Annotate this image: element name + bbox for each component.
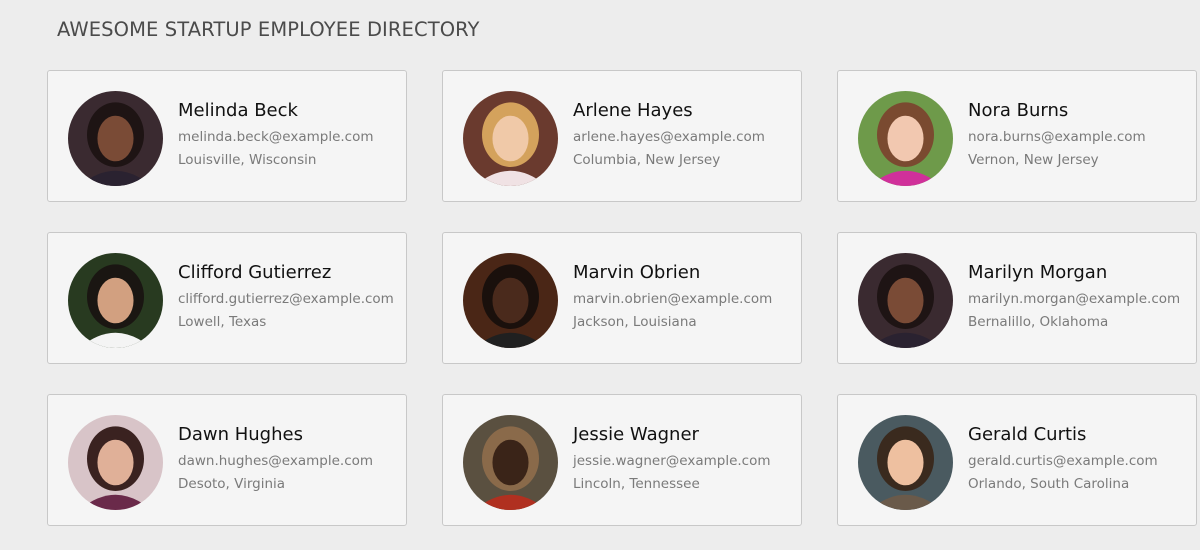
- employee-photo: [463, 415, 558, 510]
- employee-info: Jessie Wagner jessie.wagner@example.com …: [573, 423, 771, 493]
- employee-location: Bernalillo, Oklahoma: [968, 314, 1109, 330]
- employee-info: Nora Burns nora.burns@example.com Vernon…: [968, 99, 1146, 169]
- employee-card[interactable]: Marvin Obrien marvin.obrien@example.com …: [442, 232, 802, 364]
- employee-photo: [68, 253, 163, 348]
- employee-location: Lincoln, Tennessee: [573, 476, 700, 492]
- employee-location: Vernon, New Jersey: [968, 152, 1099, 168]
- employee-info: Marvin Obrien marvin.obrien@example.com …: [573, 261, 772, 331]
- employee-location: Columbia, New Jersey: [573, 152, 721, 168]
- employee-name: Marvin Obrien: [573, 262, 701, 283]
- employee-photo: [858, 253, 953, 348]
- employee-card[interactable]: Melinda Beck melinda.beck@example.com Lo…: [47, 70, 407, 202]
- employee-info: Arlene Hayes arlene.hayes@example.com Co…: [573, 99, 765, 169]
- employee-location: Jackson, Louisiana: [573, 314, 697, 330]
- employee-location: Lowell, Texas: [178, 314, 267, 330]
- employee-name: Nora Burns: [968, 100, 1069, 121]
- employee-name: Melinda Beck: [178, 100, 298, 121]
- employee-email: arlene.hayes@example.com: [573, 129, 765, 145]
- employee-name: Clifford Gutierrez: [178, 262, 332, 283]
- employee-card[interactable]: Gerald Curtis gerald.curtis@example.com …: [837, 394, 1197, 526]
- employee-photo: [463, 91, 558, 186]
- page-title: AWESOME STARTUP EMPLOYEE DIRECTORY: [57, 18, 480, 41]
- employee-name: Jessie Wagner: [573, 424, 699, 445]
- employee-email: marilyn.morgan@example.com: [968, 291, 1181, 307]
- employee-location: Orlando, South Carolina: [968, 476, 1130, 492]
- employee-info: Dawn Hughes dawn.hughes@example.com Deso…: [178, 423, 373, 493]
- employee-card[interactable]: Arlene Hayes arlene.hayes@example.com Co…: [442, 70, 802, 202]
- employee-email: marvin.obrien@example.com: [573, 291, 773, 307]
- employee-card[interactable]: Dawn Hughes dawn.hughes@example.com Deso…: [47, 394, 407, 526]
- employee-photo: [68, 415, 163, 510]
- employee-photo: [858, 415, 953, 510]
- employee-email: melinda.beck@example.com: [178, 129, 374, 145]
- employee-email: jessie.wagner@example.com: [573, 453, 771, 469]
- employee-email: nora.burns@example.com: [968, 129, 1146, 145]
- employee-card[interactable]: Marilyn Morgan marilyn.morgan@example.co…: [837, 232, 1197, 364]
- employee-name: Marilyn Morgan: [968, 262, 1108, 283]
- employee-card[interactable]: Jessie Wagner jessie.wagner@example.com …: [442, 394, 802, 526]
- employee-info: Marilyn Morgan marilyn.morgan@example.co…: [968, 261, 1180, 331]
- employee-name: Gerald Curtis: [968, 424, 1087, 445]
- employee-email: gerald.curtis@example.com: [968, 453, 1158, 469]
- employee-info: Gerald Curtis gerald.curtis@example.com …: [968, 423, 1158, 493]
- employee-location: Louisville, Wisconsin: [178, 152, 317, 168]
- employee-card[interactable]: Nora Burns nora.burns@example.com Vernon…: [837, 70, 1197, 202]
- employee-photo: [68, 91, 163, 186]
- employee-info: Clifford Gutierrez clifford.gutierrez@ex…: [178, 261, 394, 331]
- employee-name: Dawn Hughes: [178, 424, 303, 445]
- employee-name: Arlene Hayes: [573, 100, 693, 121]
- employee-photo: [858, 91, 953, 186]
- employee-grid: Melinda Beck melinda.beck@example.com Lo…: [47, 70, 1197, 526]
- employee-card[interactable]: Clifford Gutierrez clifford.gutierrez@ex…: [47, 232, 407, 364]
- employee-email: dawn.hughes@example.com: [178, 453, 374, 469]
- employee-photo: [463, 253, 558, 348]
- employee-info: Melinda Beck melinda.beck@example.com Lo…: [178, 99, 374, 169]
- employee-email: clifford.gutierrez@example.com: [178, 291, 394, 307]
- employee-location: Desoto, Virginia: [178, 476, 286, 492]
